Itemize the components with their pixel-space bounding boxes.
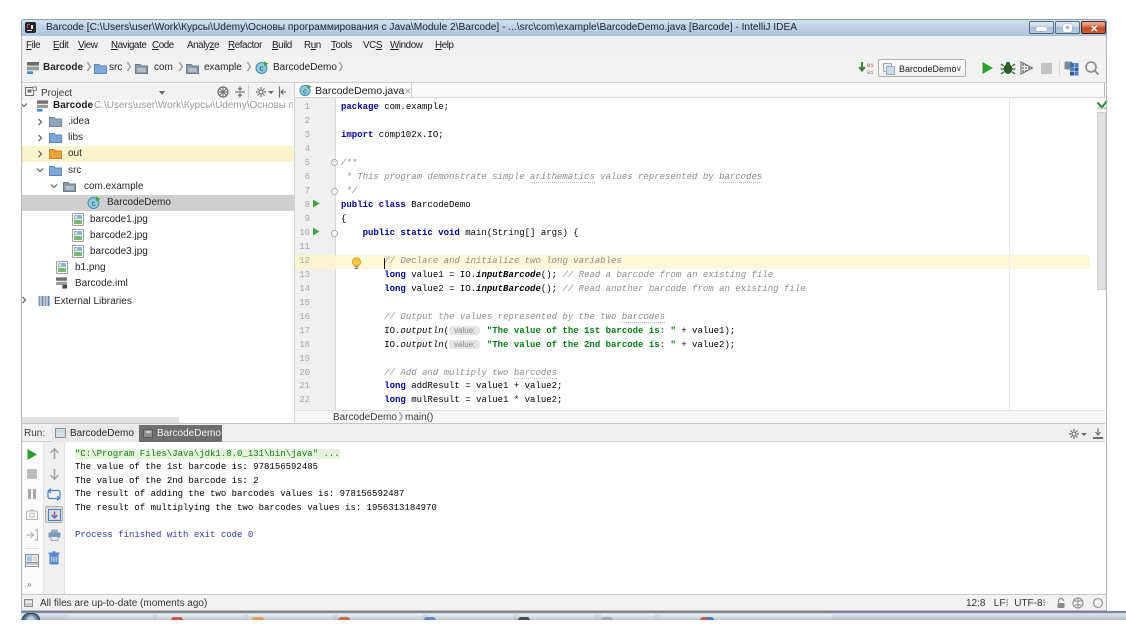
svg-text:c: c	[303, 86, 307, 95]
svg-text:01: 01	[867, 69, 874, 76]
svg-text:c: c	[260, 64, 264, 73]
svg-text:01: 01	[867, 62, 874, 69]
svg-text:c: c	[92, 199, 96, 208]
